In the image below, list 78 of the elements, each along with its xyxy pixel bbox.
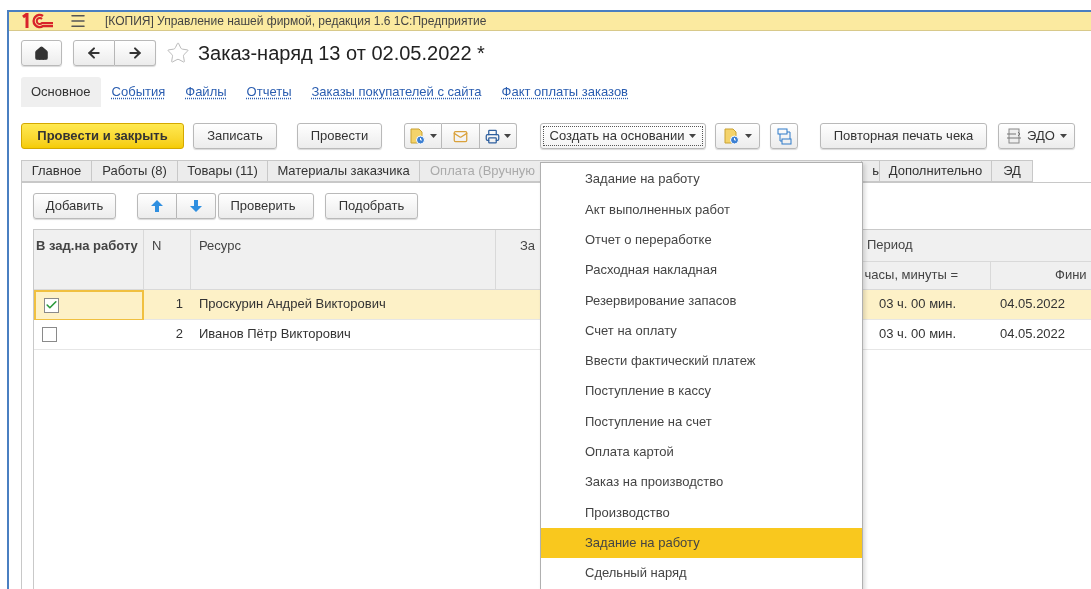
caret-icon [503, 134, 511, 138]
section-link[interactable]: События [102, 82, 175, 102]
menu-item[interactable]: Отчет о переработке [541, 224, 862, 255]
home-icon [34, 45, 49, 61]
command-button[interactable]: Повторная печать чека [820, 123, 987, 149]
table-cell: 1 [144, 289, 191, 320]
table-cell: 03 ч. 00 мин. [863, 289, 991, 320]
forward-button[interactable] [115, 40, 156, 66]
column-group-header: Период [863, 229, 1091, 262]
checkbox[interactable] [42, 326, 57, 342]
tab[interactable]: ЭД [992, 160, 1033, 182]
checkbox[interactable] [44, 297, 59, 313]
table-cell: Проскурин Андрей Викторович [191, 289, 496, 320]
menu-icon[interactable] [69, 12, 87, 30]
tab[interactable]: Товары (11) [178, 160, 268, 182]
move-down-button[interactable] [177, 192, 216, 219]
post-and-close-button[interactable]: Провести и закрыть [21, 123, 184, 149]
logo-icon [21, 13, 55, 29]
column-header: часы, минуты = [863, 261, 991, 290]
check-menu-button[interactable]: Проверить [218, 192, 314, 219]
menu-item[interactable]: Оплата картой [541, 436, 862, 467]
menu-item[interactable]: Задание на работу [541, 164, 862, 195]
menu-item[interactable]: Заказ на производство [541, 466, 862, 498]
document-title: Заказ-наряд 13 от 02.05.2022 * [198, 41, 485, 66]
document-clock-icon [409, 127, 427, 145]
section-link[interactable]: Файлы [176, 82, 236, 102]
menu-item[interactable]: Счет на оплату [541, 315, 862, 346]
section-link[interactable]: Заказы покупателей с сайта [302, 82, 491, 102]
tab[interactable]: Материалы заказчика [268, 160, 420, 182]
print-button[interactable] [479, 123, 517, 149]
document-clock-icon [723, 127, 740, 145]
command-button[interactable]: Записать [193, 123, 277, 149]
menu-item[interactable]: Ввести фактический платеж [541, 345, 862, 377]
home-button[interactable] [21, 40, 62, 66]
favorite-star-icon[interactable] [166, 41, 190, 65]
create-based-on-button[interactable]: Создать на основании [540, 123, 706, 149]
column-header: Ресурс [191, 229, 496, 290]
document-menu-button[interactable] [404, 123, 443, 149]
caret-icon [1059, 134, 1067, 138]
envelope-icon [453, 128, 468, 144]
arrow-down-icon [189, 198, 203, 213]
edo-menu-button[interactable]: ЭДО [998, 123, 1075, 149]
window-title: [КОПИЯ] Управление нашей фирмой, редакция 1.6 1С:Предприятие [105, 13, 487, 30]
menu-item[interactable]: Задание на работу [541, 527, 862, 558]
menu-item[interactable]: Расходная накладная [541, 254, 862, 286]
move-up-button[interactable] [137, 192, 177, 219]
tab[interactable]: ь [862, 160, 880, 182]
command-button[interactable]: Провести [297, 123, 382, 149]
tab[interactable]: Работы (8) [92, 160, 178, 182]
checkbox-cell[interactable] [34, 289, 144, 320]
section-link[interactable]: Основное [21, 77, 101, 107]
menu-item[interactable]: Сдельный наряд [541, 557, 862, 589]
structure-button[interactable] [770, 123, 798, 149]
report-menu-button[interactable] [715, 123, 760, 149]
toolbar-button[interactable]: Подобрать [325, 192, 418, 219]
caret-icon [430, 134, 438, 138]
structure-icon [775, 127, 793, 145]
column-header: Фини [991, 261, 1091, 290]
column-header: В зад.на работу [34, 229, 144, 290]
menu-item[interactable]: Поступление в кассу [541, 376, 862, 407]
document-exchange-icon [1006, 128, 1023, 144]
section-link[interactable]: Отчеты [237, 82, 301, 102]
section-link[interactable]: Факт оплаты заказов [492, 82, 637, 102]
column-header: N [144, 229, 191, 290]
caret-icon [689, 134, 697, 138]
column-header: За [496, 229, 541, 290]
menu-item[interactable]: Резервирование запасов [541, 285, 862, 316]
menu-item[interactable]: Акт выполненных работ [541, 194, 862, 225]
menu-item[interactable]: Производство [541, 497, 862, 528]
printer-icon [484, 128, 500, 144]
tab[interactable]: Дополнительно [880, 160, 992, 182]
caret-icon [745, 134, 752, 138]
arrow-up-icon [150, 198, 164, 213]
tab[interactable]: Главное [21, 160, 92, 182]
table-cell: 04.05.2022 [991, 289, 1091, 320]
toolbar-button[interactable]: Добавить [33, 192, 116, 219]
back-button[interactable] [73, 40, 115, 66]
menu-item[interactable]: Поступление на счет [541, 406, 862, 437]
